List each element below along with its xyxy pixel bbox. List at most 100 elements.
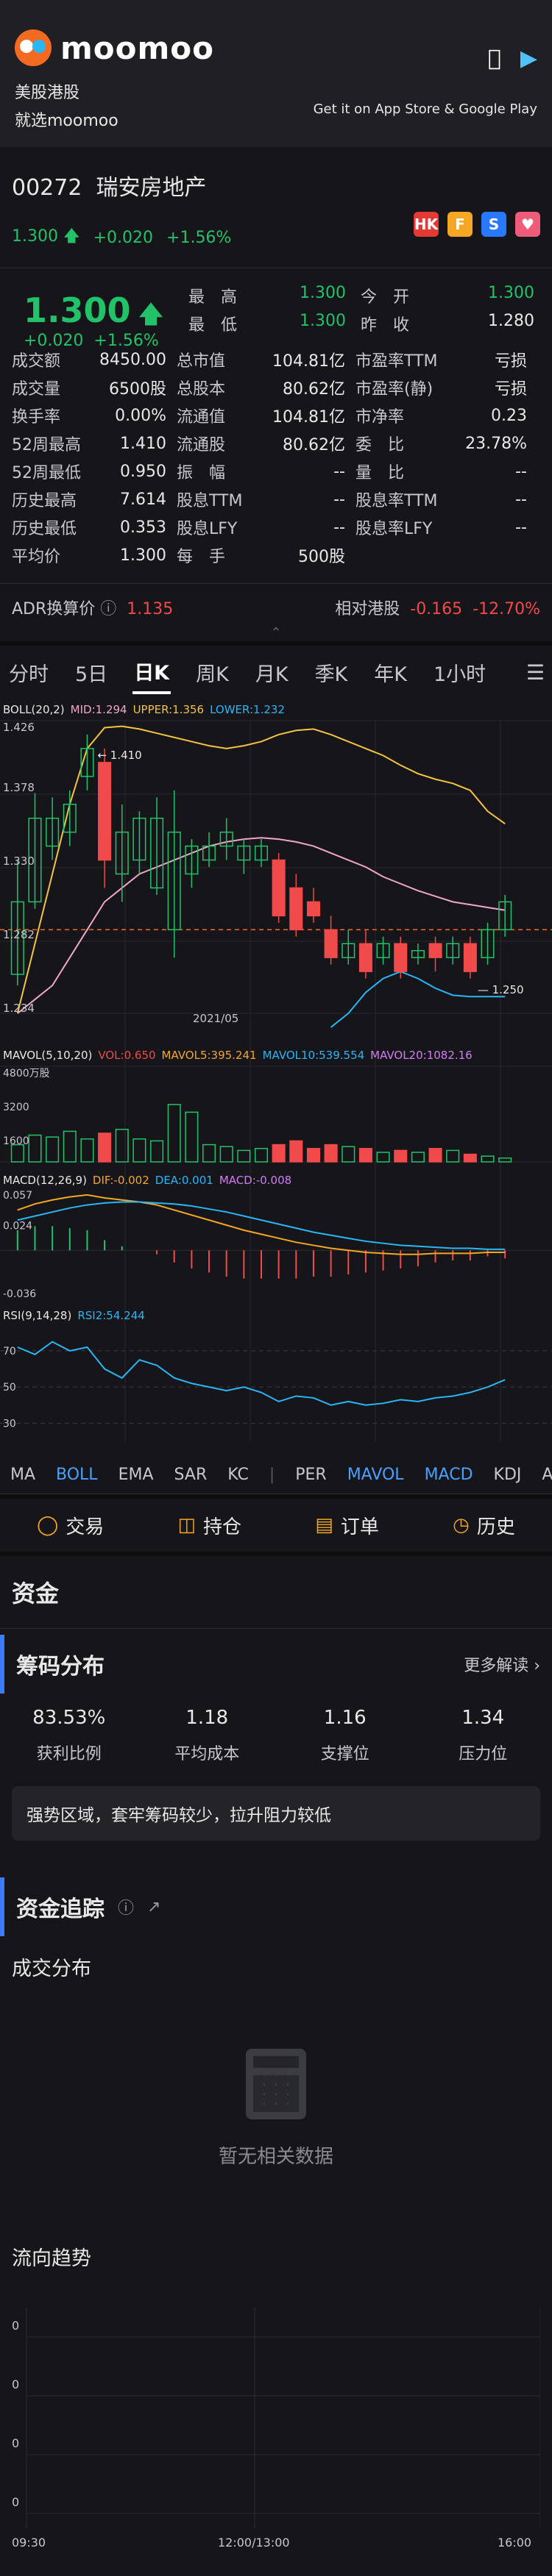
action-2[interactable]: ▤ 订单 <box>315 1512 379 1539</box>
quote-label: 委 比 <box>355 436 405 454</box>
action-label: 持仓 <box>203 1516 242 1538</box>
favorite-heart-icon[interactable]: ♥ <box>515 212 540 237</box>
quote-value: 80.62亿 <box>283 436 345 454</box>
quote-value: 7.614 <box>120 490 166 509</box>
macd-dea-line <box>17 1201 506 1250</box>
quote-value: 23.78% <box>465 434 527 453</box>
short-badge-icon: S <box>481 212 506 237</box>
tab-3[interactable]: 周K <box>194 652 230 693</box>
quote-label: 平均价 <box>12 548 61 566</box>
indicator-bar: MA BOLL EMA SAR KC | PER MAVOL MACD KDJ A <box>0 1456 552 1494</box>
tab-7[interactable]: 1小时 <box>432 652 487 693</box>
store-download-text[interactable]: Get it on App Store & Google Play <box>314 101 537 117</box>
chart-settings-icon[interactable]: ☰ <box>526 660 545 685</box>
google-play-icon[interactable]: ▶ <box>520 46 537 71</box>
info-icon[interactable]: ⓘ <box>118 1895 134 1919</box>
quote-cell: 量 比 -- <box>355 460 537 483</box>
quote-cell: 历史最低 0.353 <box>12 515 177 539</box>
volume-bar <box>28 1134 42 1163</box>
indicator-kc[interactable]: KC <box>227 1466 249 1484</box>
app-banner[interactable]: moomoo  ▶ 美股港股 就选moomoo Get it on App S… <box>0 0 552 147</box>
tab-0[interactable]: 分时 <box>7 652 50 693</box>
quote-label: 股息LFY <box>177 520 238 538</box>
quote-value: 80.62亿 <box>283 380 345 399</box>
tab-4[interactable]: 月K <box>254 652 290 693</box>
volume-tick-label: 3200 <box>3 1102 29 1113</box>
high-label: 最 高 <box>188 288 238 307</box>
quote-value: 0.00% <box>115 406 166 425</box>
quote-cell: 成交额 8450.00 <box>12 348 177 371</box>
quote-value: 8450.00 <box>99 350 166 369</box>
action-0[interactable]: ◯ 交易 <box>37 1512 104 1539</box>
candle-body <box>358 943 372 972</box>
collapse-chevron-icon[interactable]: ⌃ <box>0 627 552 641</box>
indicator-sar[interactable]: SAR <box>174 1466 208 1484</box>
tab-5[interactable]: 季K <box>314 652 350 693</box>
volume-bar <box>342 1146 355 1163</box>
indicator-mavol[interactable]: MAVOL <box>347 1466 404 1484</box>
stat-value: 83.53% <box>32 1707 106 1729</box>
price-tick-label: 1.234 <box>3 1002 35 1015</box>
up-arrow-icon: 🡅 <box>130 300 163 328</box>
action-3[interactable]: ◷ 历史 <box>453 1512 515 1539</box>
flow-x-label: 12:00/13:00 <box>218 2536 290 2550</box>
chip-stat: 1.16 支撑位 <box>276 1707 414 1764</box>
indicator-kdj[interactable]: KDJ <box>494 1466 522 1484</box>
volume-bar <box>132 1138 146 1163</box>
tab-2[interactable]: 日K <box>132 651 171 694</box>
apple-icon[interactable]:  <box>488 46 501 71</box>
more-link[interactable]: 更多解读 › <box>464 1652 540 1676</box>
flow-y-label: 0 <box>12 2377 19 2391</box>
prev-close-value: 1.280 <box>488 312 534 330</box>
volume-bar <box>167 1104 181 1163</box>
share-icon[interactable]: ↗ <box>147 1898 160 1916</box>
store-icons[interactable]:  ▶ <box>488 46 537 71</box>
stat-value: 1.16 <box>323 1707 367 1729</box>
quote-value: -- <box>515 490 527 509</box>
indicator-ma[interactable]: MA <box>10 1466 35 1484</box>
quote-label: 52周最高 <box>12 436 81 454</box>
indicator-ema[interactable]: EMA <box>118 1466 154 1484</box>
quote-label: 市盈率TTM <box>355 352 438 371</box>
indicator-boll[interactable]: BOLL <box>56 1466 98 1484</box>
boll-upper-line <box>16 725 506 1014</box>
price-tick-label: 1.426 <box>3 721 35 734</box>
volume-bar <box>150 1140 164 1163</box>
quote-value: 亏损 <box>494 380 527 399</box>
summary-price: 1.300 <box>12 227 58 246</box>
quote-value: 0.23 <box>491 406 527 425</box>
tab-6[interactable]: 年K <box>372 652 408 693</box>
candle-body <box>394 943 408 972</box>
action-1[interactable]: ◫ 持仓 <box>177 1512 241 1539</box>
volume-bar <box>115 1129 129 1163</box>
kline-chart[interactable]: 1.426 1.378 1.330 1.282 1.234 ← 1.410 — 1.250 2… <box>0 699 552 1456</box>
low-label: 最 低 <box>188 316 238 335</box>
indicator-a[interactable]: A <box>542 1466 552 1484</box>
indicator-per[interactable]: PER <box>295 1466 326 1484</box>
open-value: 1.300 <box>488 284 534 302</box>
volume-bar <box>481 1155 495 1163</box>
quote-cell: 市盈率(静) 亏损 <box>355 376 537 399</box>
trade-icon: ◯ <box>37 1514 59 1536</box>
quote-label: 历史最高 <box>12 492 77 510</box>
volume-bar <box>219 1146 233 1163</box>
quote-cell: 市净率 0.23 <box>355 404 537 427</box>
candle-body <box>428 943 442 958</box>
quote-label: 历史最低 <box>12 520 77 538</box>
action-label: 订单 <box>340 1516 379 1538</box>
big-price: 1.300 🡅 <box>24 290 163 330</box>
rsi-legend: RSI(9,14,28) RSI2:54.244 <box>3 1309 145 1322</box>
quote-cell: 换手率 0.00% <box>12 404 177 427</box>
quote-cell: 成交量 6500股 <box>12 376 177 399</box>
quote-value: -- <box>333 518 345 537</box>
quote-cell: 流通股 80.62亿 <box>177 432 355 455</box>
indicator-macd[interactable]: MACD <box>425 1466 473 1484</box>
volume-bar <box>376 1152 390 1163</box>
kline-svg: 1.426 1.378 1.330 1.282 1.234 ← 1.410 — 1.250 2… <box>0 720 552 1441</box>
rsi-tick-label: 30 <box>3 1418 16 1430</box>
tab-1[interactable]: 5日 <box>74 652 109 693</box>
flow-y-label: 0 <box>12 2319 19 2333</box>
info-icon: ⓘ <box>100 600 117 618</box>
relative-pct: -12.70% <box>473 600 540 618</box>
candle-body <box>306 901 320 917</box>
